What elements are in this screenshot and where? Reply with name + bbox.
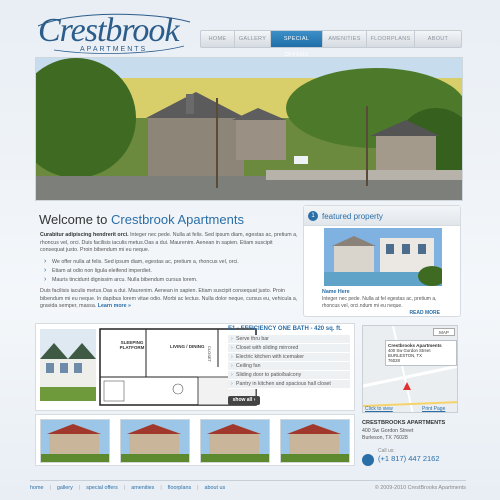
footer-link-floorplans[interactable]: floorplans [168, 485, 191, 491]
gallery-thumb[interactable] [280, 419, 350, 463]
main-nav: HOME GALLERY SPECIAL OFFERS AMENITIES FL… [200, 30, 462, 58]
nav-gallery[interactable]: GALLERY [235, 31, 271, 47]
featured-header: 1 featured property [304, 206, 460, 226]
hero-image [35, 57, 463, 201]
welcome-bullets: We offer nulla at felis. Sed ipsum diam,… [44, 258, 294, 286]
contact-line2: Burleson, TX 76028 [362, 434, 408, 441]
featured-number-icon: 1 [308, 211, 318, 221]
read-more-link[interactable]: READ MORE [409, 310, 440, 316]
map[interactable]: MAP Crestbrooks Apartments 400 Sw Gordon… [362, 325, 458, 413]
print-page-link[interactable]: Print Page [422, 406, 445, 412]
learn-more-link[interactable]: Learn more » [98, 303, 131, 309]
footer-link-home[interactable]: home [30, 485, 44, 491]
map-addr-zip: 76028 [388, 358, 400, 363]
divider: | [123, 484, 126, 491]
featured-text: Integer nec pede. Nulla at fel egestas a… [322, 296, 437, 309]
list-item: Closet with sliding mirrored [228, 344, 350, 353]
gallery-thumb[interactable] [120, 419, 190, 463]
divider: | [78, 484, 81, 491]
page: Crestbrook APARTMENTS HOME GALLERY SPECI… [0, 0, 500, 500]
divider: | [160, 484, 162, 491]
contact-line1: 400 Sw Gordon Street [362, 428, 414, 434]
room-label: SLEEPING PLATFORM [119, 340, 145, 350]
copyright: © 2009-2010 CrestBrooks Apartments [374, 484, 466, 491]
divider: | [197, 484, 199, 491]
welcome-lead: Curabitur adipiscing hendrerit orci. [40, 232, 129, 238]
nav-amenities[interactable]: AMENITIES [323, 31, 367, 47]
welcome-name: Crestbrook Apartments [111, 212, 244, 227]
contact-address: 400 Sw Gordon Street Burleson, TX 76028 [362, 428, 462, 441]
room-label: CLOSET [207, 346, 212, 363]
map-pin-icon [403, 382, 411, 390]
list-item: We offer nulla at felis. Sed ipsum diam,… [44, 258, 294, 268]
gallery-thumb[interactable] [40, 419, 110, 463]
floorplan-features: Serve thru bar Closet with sliding mirro… [228, 335, 350, 389]
footer-link-special-offers[interactable]: special offers [86, 485, 118, 491]
nav-special-offers[interactable]: SPECIAL OFFERS [271, 31, 323, 58]
featured-property: 1 featured property Name Here Integer ne… [303, 205, 461, 317]
welcome-prefix: Welcome to [39, 212, 112, 227]
list-item: Ceiling fan [228, 362, 350, 371]
contact-name: CRESTBROOKS APARTMENTS [362, 420, 446, 426]
list-item: Sliding door to patio/balcony [228, 371, 350, 380]
list-item: Electric kitchen with icemaker [228, 353, 350, 362]
featured-photo[interactable] [324, 228, 442, 286]
map-view-larger-link[interactable]: Click to view [365, 406, 393, 412]
gallery-thumb[interactable] [200, 419, 270, 463]
nav-floorplans[interactable]: FLOORPLANS [367, 31, 415, 47]
logo[interactable]: Crestbrook APARTMENTS [34, 12, 194, 54]
logo-subtitle: APARTMENTS [80, 46, 148, 53]
footer: home | gallery | special offers | amenities… [30, 480, 466, 494]
footer-link-amenities[interactable]: amenities [131, 485, 154, 491]
list-item: Pantry in kitchen and spacious hall clos… [228, 380, 350, 389]
featured-title: featured property [322, 212, 383, 221]
footer-link-about-us[interactable]: about us [205, 485, 226, 491]
welcome-paragraph-1: Curabitur adipiscing hendrerit orci. Int… [40, 232, 298, 255]
welcome-heading: Welcome to Crestbrook Apartments [39, 212, 244, 227]
phone-number[interactable]: (+1 817) 447 2162 [378, 454, 462, 463]
welcome-para2: Duis facilisis iaculis metus.Oas a dui. … [40, 288, 298, 309]
floorplan-title: E1 - EFFICIENCY ONE BATH - 420 sq. ft. [228, 326, 342, 332]
footer-link-gallery[interactable]: gallery [57, 485, 73, 491]
list-item: Mauris tincidunt dignissim arcu. Nulla b… [44, 276, 294, 286]
phone-icon [362, 454, 374, 466]
featured-name: Name Here [322, 289, 350, 295]
welcome-paragraph-2: Duis facilisis iaculis metus.Oas a dui. … [40, 288, 298, 311]
divider: | [49, 484, 51, 491]
room-label: LIVING / DINING [170, 344, 205, 349]
list-item: Serve thru bar [228, 335, 350, 344]
nav-about[interactable]: ABOUT [415, 31, 461, 47]
logo-name: Crestbrook [38, 12, 179, 49]
list-item: Etiam at odio non ligula eleifend imperd… [44, 267, 294, 277]
contact-block: CRESTBROOKS APARTMENTS 400 Sw Gordon Str… [362, 420, 462, 466]
nav-home[interactable]: HOME [201, 31, 235, 47]
show-all-button[interactable]: show all › [228, 396, 260, 405]
map-address-bubble: Crestbrooks Apartments 400 Sw Gordon Str… [385, 340, 457, 366]
gallery-thumbnails [35, 414, 355, 466]
floorplan-house-photo[interactable] [40, 329, 96, 401]
map-type-button[interactable]: MAP [433, 328, 455, 336]
